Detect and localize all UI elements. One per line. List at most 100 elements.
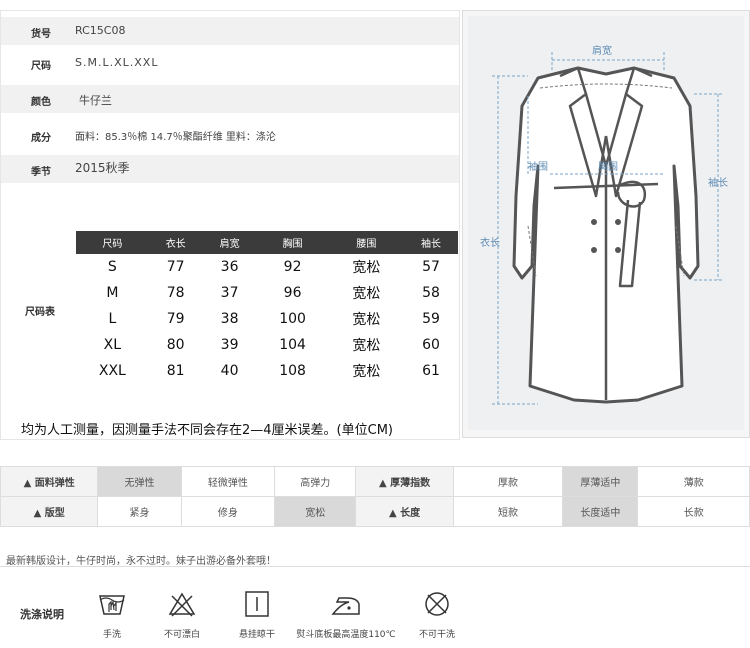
triangle-icon: ▲ — [388, 508, 401, 519]
col-sleeve: 袖长 — [404, 231, 458, 254]
info-row-season: 季节 2015秋季 — [1, 155, 459, 183]
info-row-size: 尺码 S.M.L.XL.XXL — [1, 49, 459, 77]
option-medium-length: 长度适中 — [562, 496, 639, 527]
cell: 40 — [220, 363, 239, 379]
size-table: 尺码 衣长 肩宽 胸围 腰围 袖长 S 77 36 92 宽松 57 M 78 … — [76, 231, 458, 384]
care-iron: 熨斗底板最高温度110℃ — [290, 590, 402, 640]
care-title: 洗涤说明 — [20, 608, 64, 621]
triangle-icon: ▲ — [23, 478, 35, 489]
color-value: 牛仔兰 — [79, 94, 112, 107]
option-no-stretch: 无弹性 — [97, 466, 182, 497]
col-waist: 腰围 — [328, 231, 405, 254]
table-row: XL 80 39 104 宽松 60 — [76, 332, 458, 358]
color-label: 颜色 — [31, 97, 51, 108]
cell: 96 — [283, 285, 302, 301]
no-dry-clean-icon — [425, 592, 449, 616]
triangle-icon: ▲ — [33, 508, 45, 519]
option-medium-thickness: 厚薄适中 — [562, 466, 639, 497]
info-row-sku: 货号 RC15C08 — [1, 17, 459, 45]
care-label: 熨斗底板最高温度110℃ — [296, 630, 396, 640]
cell: 81 — [166, 363, 185, 379]
label-chest: 胸围 — [598, 160, 618, 173]
cell: 宽松 — [352, 338, 381, 354]
table-row: S 77 36 92 宽松 57 — [76, 254, 458, 280]
cell: 宽松 — [352, 286, 381, 302]
coat-diagram: 肩宽 袖围 胸围 衣长 袖长 — [468, 16, 744, 430]
col-chest: 胸围 — [256, 231, 329, 254]
care-label: 悬挂晾干 — [238, 630, 275, 640]
option-long: 长款 — [637, 496, 750, 527]
table-row: L 79 38 100 宽松 59 — [76, 306, 458, 332]
cell: L — [108, 311, 117, 327]
attr-title-thickness: ▲ 厚薄指数 — [355, 466, 454, 497]
attr-title-length: ▲ 长度 — [355, 496, 454, 527]
hang-dry-icon — [245, 591, 269, 617]
table-row: M 78 37 96 宽松 58 — [76, 280, 458, 306]
coat-illustration: 肩宽 袖围 胸围 衣长 袖长 — [480, 44, 728, 405]
care-no-dry-clean: 不可干洗 — [412, 590, 462, 640]
cell: 77 — [166, 259, 185, 275]
cell: 80 — [166, 337, 185, 353]
attribute-row-fit: ▲ 版型 紧身 修身 宽松 ▲ 长度 短款 长度适中 长款 — [0, 496, 750, 527]
option-tight: 紧身 — [97, 496, 182, 527]
cell: XL — [103, 337, 122, 353]
attr-title-fit: ▲ 版型 — [0, 496, 99, 527]
option-high-stretch: 高弹力 — [274, 466, 357, 497]
product-info-panel: 货号 RC15C08 尺码 S.M.L.XL.XXL 颜色 牛仔兰 成分 面料：… — [0, 10, 460, 440]
label-shoulder: 肩宽 — [592, 44, 612, 57]
cell: XXL — [98, 363, 126, 379]
option-short: 短款 — [452, 496, 564, 527]
option-slight-stretch: 轻微弹性 — [180, 466, 276, 497]
description-text: 最新韩版设计，牛仔时尚，永不过时。妹子出游必备外套哦！ — [6, 556, 276, 567]
material-label: 成分 — [31, 133, 51, 144]
size-value: S.M.L.XL.XXL — [75, 56, 159, 69]
cell: 宽松 — [352, 312, 381, 328]
care-label: 不可漂白 — [163, 630, 200, 640]
cell: 59 — [422, 311, 440, 327]
care-label: 不可干洗 — [418, 630, 455, 640]
label-sleeve: 袖长 — [708, 176, 728, 189]
col-size: 尺码 — [76, 231, 149, 254]
no-bleach-icon — [168, 592, 196, 617]
attribute-row-elasticity: ▲ 面料弹性 无弹性 轻微弹性 高弹力 ▲ 厚薄指数 厚款 厚薄适中 薄款 — [0, 466, 750, 497]
attribute-table: ▲ 面料弹性 无弹性 轻微弹性 高弹力 ▲ 厚薄指数 厚款 厚薄适中 薄款 ▲ … — [0, 466, 750, 527]
option-slim: 修身 — [180, 496, 276, 527]
cell: 61 — [422, 363, 440, 379]
cell: 100 — [279, 311, 306, 327]
size-table-label: 尺码表 — [25, 307, 55, 318]
iron-icon — [331, 597, 360, 615]
table-row: XXL 81 40 108 宽松 61 — [76, 358, 458, 384]
cell: 39 — [220, 337, 239, 353]
sku-value: RC15C08 — [75, 24, 126, 37]
label-waist: 袖围 — [528, 160, 548, 173]
info-row-material: 成分 面料：85.3％棉 14.7％聚酯纤维 里料：涤沦 — [1, 121, 459, 149]
size-table-header: 尺码 衣长 肩宽 胸围 腰围 袖长 — [76, 231, 458, 254]
label-length: 衣长 — [480, 236, 500, 249]
size-label: 尺码 — [31, 61, 51, 72]
info-row-color: 颜色 牛仔兰 — [1, 85, 459, 113]
cell: 宽松 — [352, 364, 381, 380]
hand-wash-icon — [99, 595, 125, 615]
cell: 60 — [422, 337, 440, 353]
care-label: 手洗 — [102, 630, 121, 640]
cell: 104 — [279, 337, 306, 353]
option-loose: 宽松 — [274, 496, 357, 527]
measurement-note: 均为人工测量，因测量手法不同会存在2—4厘米误差。(单位CM) — [21, 423, 393, 438]
cell: 宽松 — [352, 260, 381, 276]
material-value: 面料：85.3％棉 14.7％聚酯纤维 里料：涤沦 — [75, 132, 276, 143]
cell: 37 — [220, 285, 239, 301]
cell: 78 — [166, 285, 185, 301]
option-thin: 薄款 — [637, 466, 750, 497]
cell: 79 — [166, 311, 185, 327]
attr-title-elasticity: ▲ 面料弹性 — [0, 466, 99, 497]
season-label: 季节 — [31, 167, 51, 178]
coat-diagram-panel: 肩宽 袖围 胸围 衣长 袖长 — [462, 10, 750, 438]
care-section: 洗涤说明 手洗 不可漂白 悬挂晾干 熨斗底板最高温度110℃ 不可干洗 — [0, 586, 750, 648]
cell: 108 — [279, 363, 306, 379]
cell: S — [107, 259, 117, 275]
sku-label: 货号 — [31, 29, 51, 40]
care-hand-wash: 手洗 — [92, 590, 132, 640]
cell: 58 — [422, 285, 440, 301]
col-length: 衣长 — [148, 231, 203, 254]
cell: M — [106, 285, 119, 301]
